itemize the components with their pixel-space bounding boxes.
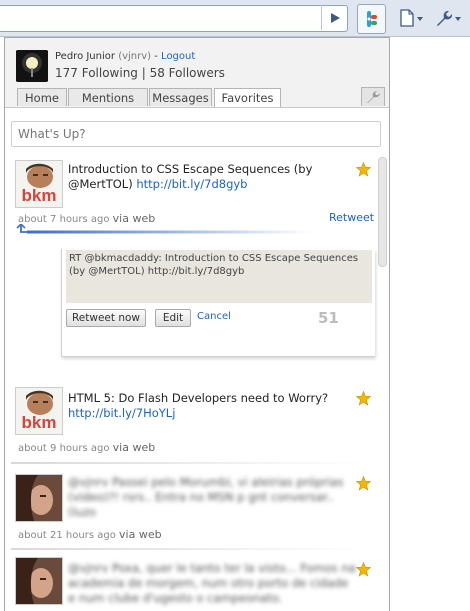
svg-text:bkm: bkm bbox=[22, 186, 57, 205]
tweet-item: @vjnrv Poxa, quer le tanto ter la visto.… bbox=[11, 553, 375, 611]
tweet-meta: about 21 hours ago via web bbox=[18, 528, 162, 541]
tweet-item: bkm HTML 5: Do Flash Developers need to … bbox=[11, 383, 375, 461]
wrench-menu-icon bbox=[437, 11, 461, 26]
tweet-time: about 21 hours ago bbox=[18, 530, 116, 541]
retweet-link[interactable]: Retweet bbox=[329, 211, 374, 224]
tweet-avatar[interactable]: bkm bbox=[15, 160, 63, 208]
separator: - bbox=[154, 51, 158, 62]
tweet-source: via web bbox=[112, 441, 156, 454]
tweet-text: Introduction to CSS Escape Sequences (by… bbox=[68, 162, 358, 192]
profile-header: Pedro Junior (vjnrv) - Logout 177 Follow… bbox=[5, 38, 389, 108]
tab-home[interactable]: Home bbox=[17, 88, 67, 106]
favorite-star-icon[interactable] bbox=[356, 476, 371, 491]
tweet-avatar[interactable] bbox=[15, 557, 63, 605]
page-menu-button[interactable] bbox=[396, 6, 426, 30]
tools-button[interactable] bbox=[361, 87, 385, 106]
avatar[interactable] bbox=[16, 50, 48, 82]
user-handle: (vjnrv) bbox=[118, 51, 152, 62]
user-name-line: Pedro Junior (vjnrv) - Logout bbox=[55, 51, 195, 62]
retweet-now-button[interactable]: Retweet now bbox=[66, 309, 146, 327]
browser-toolbar bbox=[0, 0, 470, 37]
wrench-menu-button[interactable] bbox=[432, 6, 464, 30]
extension-popup: Pedro Junior (vjnrv) - Logout 177 Follow… bbox=[4, 37, 390, 611]
status-input[interactable] bbox=[11, 121, 381, 147]
tab-mentions[interactable]: Mentions bbox=[68, 88, 148, 106]
go-button[interactable] bbox=[321, 5, 347, 30]
retweet-panel: RT @bkmacdaddy: Introduction to CSS Esca… bbox=[61, 249, 375, 357]
tweet-link[interactable]: http://bit.ly/7HoYLj bbox=[68, 406, 175, 420]
twitter-extension-button[interactable] bbox=[357, 4, 386, 34]
retweet-textarea[interactable]: RT @bkmacdaddy: Introduction to CSS Esca… bbox=[66, 250, 372, 303]
tweet-meta: about 9 hours ago via web bbox=[18, 441, 155, 454]
scrollbar-thumb[interactable] bbox=[378, 157, 387, 267]
favorite-star-icon[interactable] bbox=[356, 562, 371, 577]
cancel-link[interactable]: Cancel bbox=[197, 311, 231, 322]
tweet-text: @vjnrv Poxa, quer le tanto ter la visto.… bbox=[68, 561, 356, 605]
tweet-avatar[interactable]: bkm bbox=[15, 387, 63, 435]
tab-favorites[interactable]: Favorites bbox=[214, 88, 281, 107]
address-bar[interactable] bbox=[0, 5, 348, 32]
extension-icon bbox=[366, 11, 377, 27]
edit-button[interactable]: Edit bbox=[155, 309, 191, 327]
tweet-source: via web bbox=[119, 528, 162, 541]
tweet-link[interactable]: http://bit.ly/7d8gyb bbox=[136, 177, 247, 191]
divider bbox=[11, 548, 371, 550]
tweet-item: bkm Introduction to CSS Escape Sequences… bbox=[11, 156, 375, 236]
favorite-star-icon[interactable] bbox=[356, 162, 371, 177]
tweet-time: about 9 hours ago bbox=[18, 443, 110, 454]
page-menu-icon bbox=[400, 9, 423, 27]
favorite-star-icon[interactable] bbox=[356, 391, 371, 406]
divider bbox=[11, 462, 371, 464]
display-name: Pedro Junior bbox=[55, 51, 115, 62]
tweet-text: @vjnrv Passei pelo Morumbi, vi aleirias … bbox=[68, 475, 344, 519]
go-arrow-icon bbox=[330, 12, 340, 23]
tweet-item: @vjnrv Passei pelo Morumbi, vi aleirias … bbox=[11, 470, 375, 550]
char-count: 51 bbox=[318, 309, 339, 327]
retweet-arrow-icon bbox=[16, 224, 313, 234]
logout-link[interactable]: Logout bbox=[161, 51, 195, 62]
tab-messages[interactable]: Messages bbox=[149, 88, 212, 106]
svg-text:bkm: bkm bbox=[22, 413, 57, 432]
follow-stats: 177 Following | 58 Followers bbox=[55, 66, 225, 80]
tweet-body: HTML 5: Do Flash Developers need to Worr… bbox=[68, 391, 329, 405]
tweet-text: HTML 5: Do Flash Developers need to Worr… bbox=[68, 391, 358, 421]
tweet-avatar[interactable] bbox=[15, 474, 63, 522]
wrench-icon bbox=[367, 91, 380, 103]
